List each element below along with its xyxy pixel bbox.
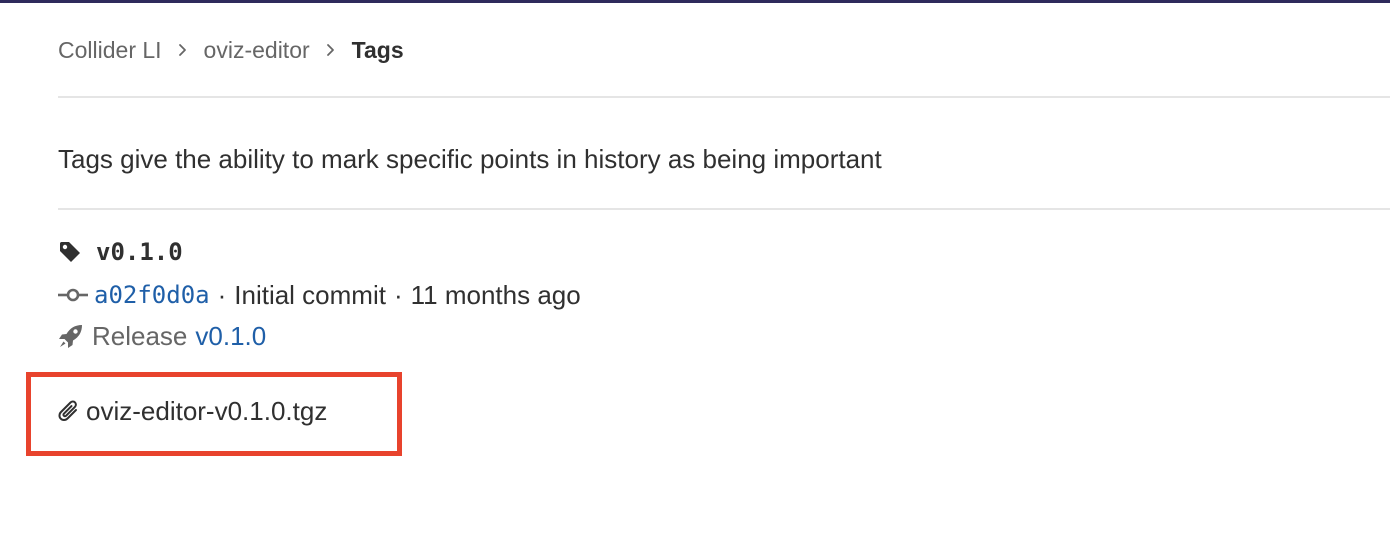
- commit-time: 11 months ago: [410, 279, 581, 310]
- separator-dot: ·: [217, 279, 227, 310]
- chevron-right-icon: [178, 43, 188, 57]
- release-info: Release v0.1.0: [58, 320, 266, 352]
- divider: [58, 96, 1390, 98]
- paperclip-icon: [58, 399, 80, 423]
- commit-icon: [58, 287, 88, 303]
- divider: [58, 208, 1390, 210]
- separator-dot: ·: [393, 279, 403, 310]
- breadcrumb-item-group[interactable]: Collider LI: [58, 34, 162, 66]
- tag-header: v0.1.0: [58, 236, 183, 268]
- release-asset-link[interactable]: oviz-editor-v0.1.0.tgz: [58, 394, 327, 428]
- release-label: Release: [92, 320, 188, 351]
- tag-icon: [58, 240, 82, 264]
- breadcrumb: Collider LI oviz-editor Tags: [58, 34, 404, 66]
- breadcrumb-item-project[interactable]: oviz-editor: [204, 34, 310, 66]
- page-description: Tags give the ability to mark specific p…: [58, 144, 882, 174]
- commit-message: Initial commit: [234, 279, 386, 310]
- breadcrumb-item-current[interactable]: Tags: [352, 34, 404, 66]
- asset-filename: oviz-editor-v0.1.0.tgz: [86, 395, 328, 426]
- release-link[interactable]: v0.1.0: [195, 321, 266, 352]
- chevron-right-icon: [326, 43, 336, 57]
- rocket-icon: [58, 323, 84, 349]
- commit-info: a02f0d0a · Initial commit · 11 months ag…: [58, 279, 581, 311]
- tag-name-link[interactable]: v0.1.0: [96, 238, 183, 266]
- top-bar: [0, 0, 1390, 3]
- commit-sha-link[interactable]: a02f0d0a: [94, 281, 210, 309]
